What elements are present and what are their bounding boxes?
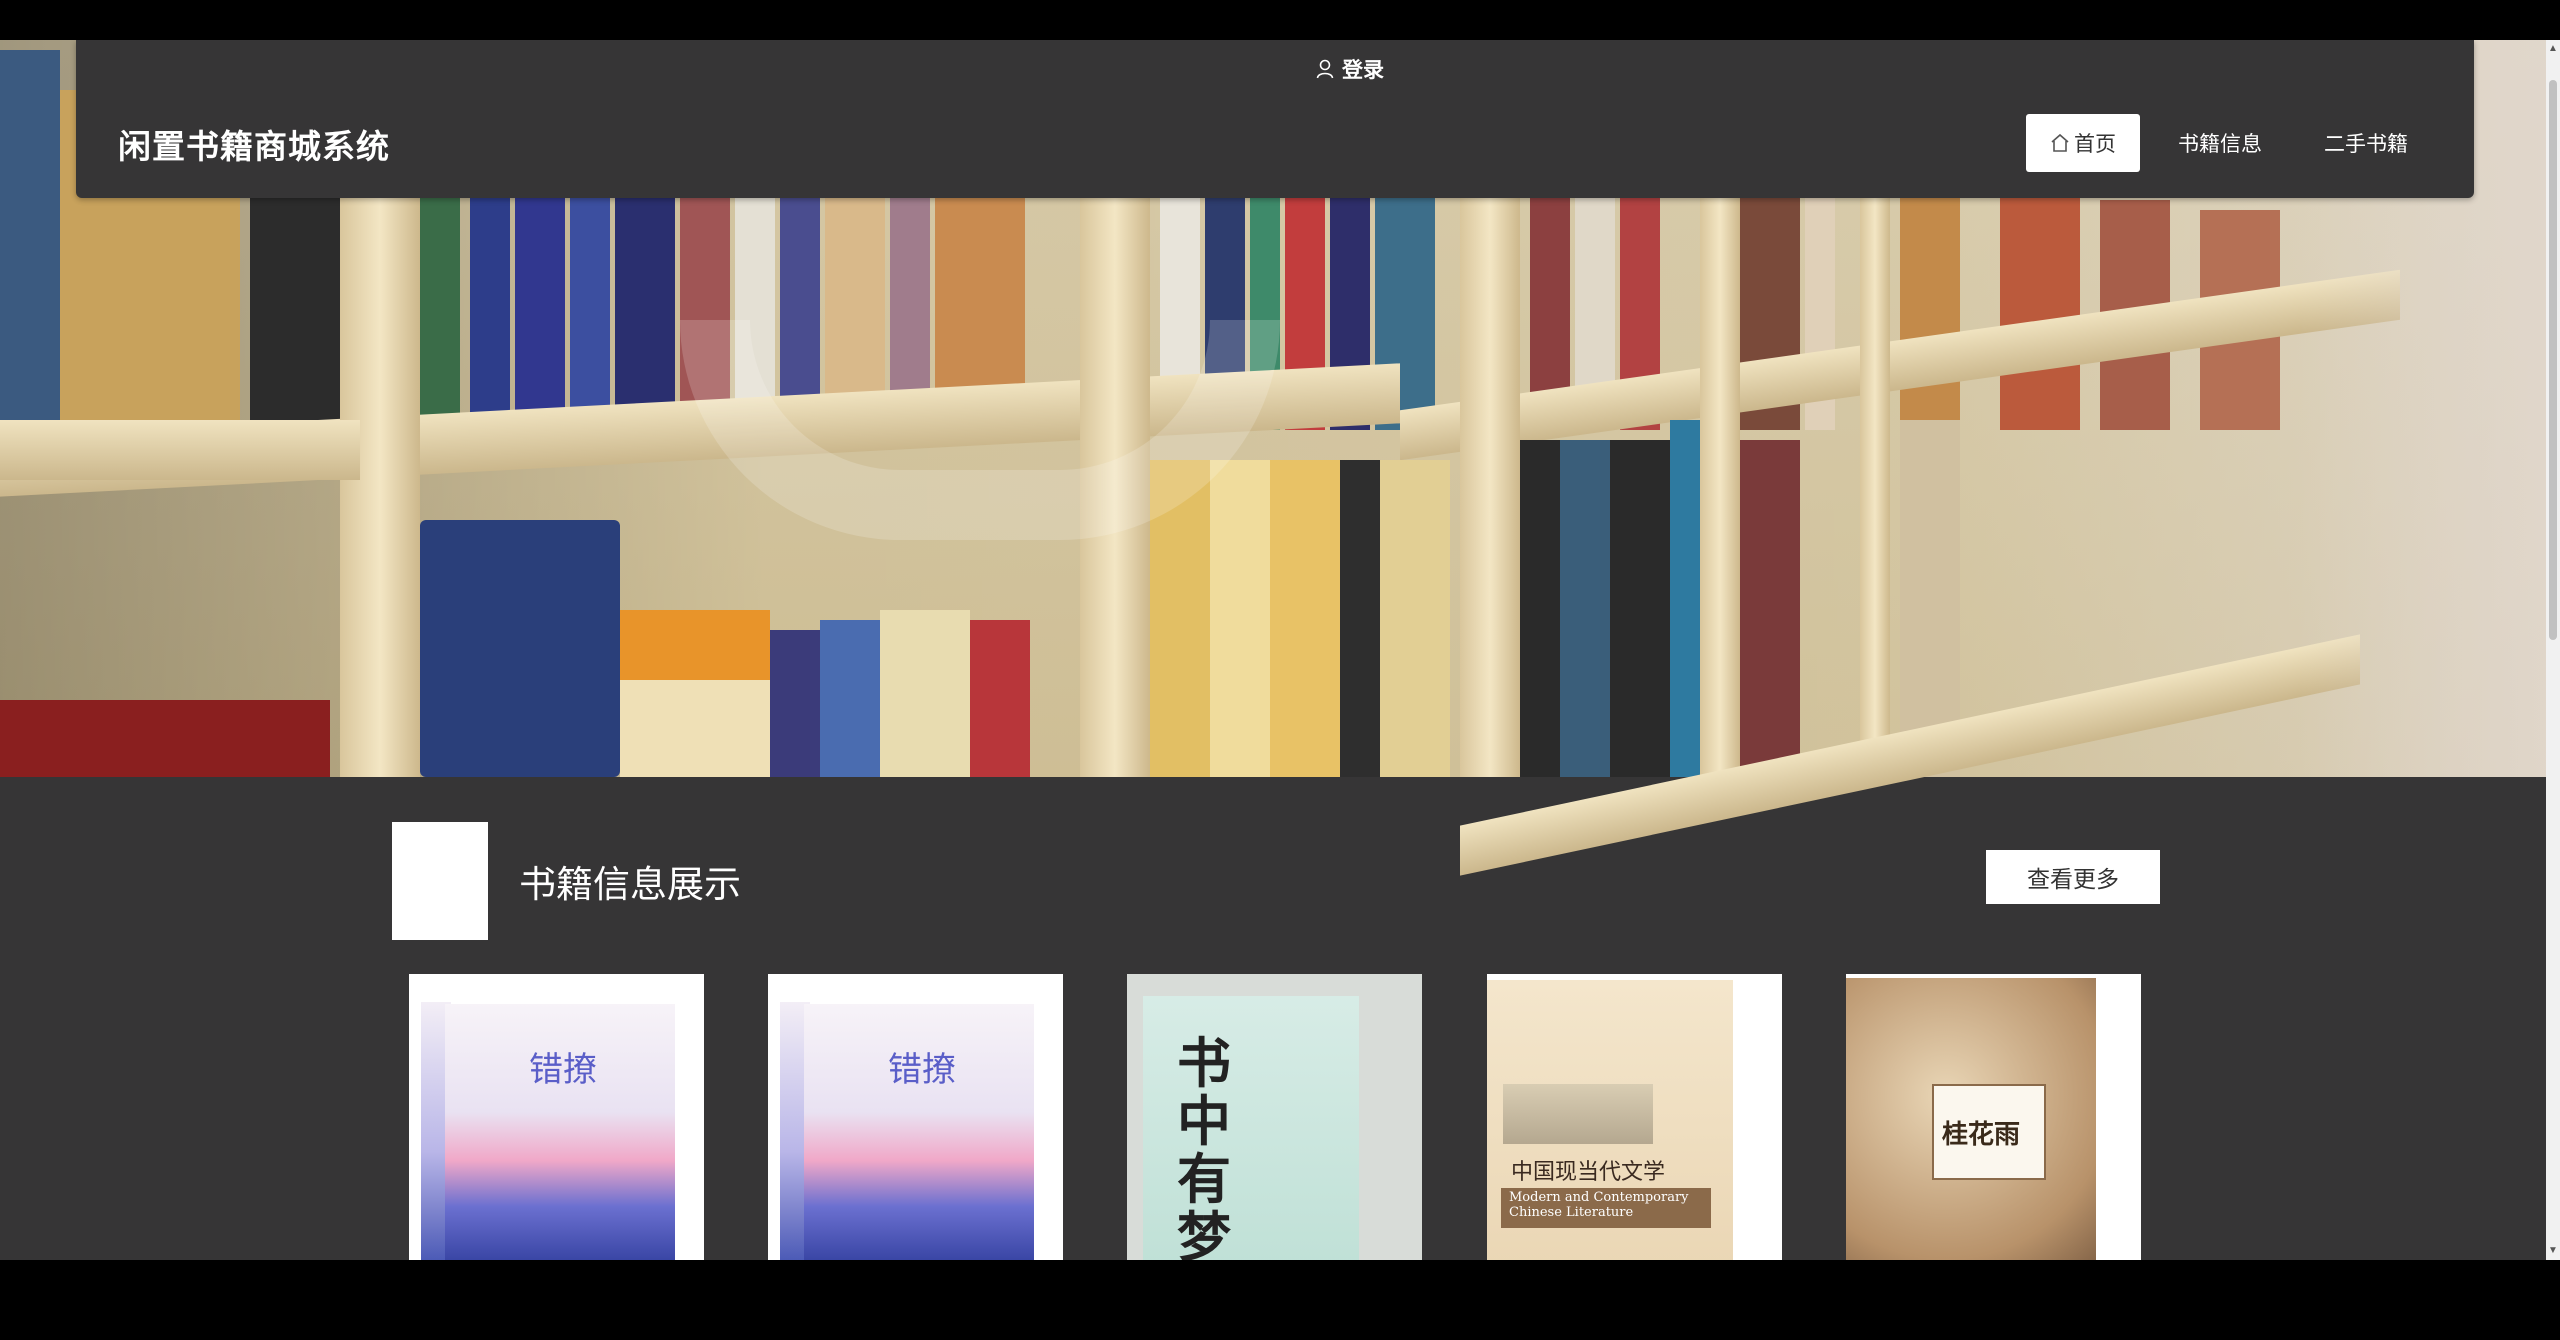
menu-item-home-label: 首页 bbox=[2074, 133, 2116, 156]
book-info-section-header: 书籍信息展示 查看更多 bbox=[392, 822, 2160, 940]
user-icon bbox=[1316, 59, 1334, 79]
book-card[interactable]: 中国现当代文学 Modern and Contemporary Chinese … bbox=[1487, 974, 1782, 1260]
section-title: 书籍信息展示 bbox=[519, 864, 741, 905]
menu-item-book-info[interactable]: 书籍信息 bbox=[2154, 114, 2286, 172]
main-menu: 首页 书籍信息 二手书籍 bbox=[2026, 114, 2432, 172]
book-cover-title: 中国现当代文学 bbox=[1511, 1160, 1666, 1185]
scroll-down-arrow-icon[interactable]: ▼ bbox=[2548, 1246, 2558, 1256]
menu-item-home[interactable]: 首页 bbox=[2026, 114, 2140, 172]
book-list: 错撩 错撩 书中有梦 中国现当代文学 Modern and Contempora… bbox=[409, 974, 2143, 1260]
book-cover-title: 错撩 bbox=[529, 1050, 597, 1090]
scroll-up-arrow-icon[interactable]: ▲ bbox=[2548, 44, 2558, 54]
book-card[interactable]: 书中有梦 bbox=[1127, 974, 1422, 1260]
book-cover-title: 错撩 bbox=[888, 1050, 956, 1090]
menu-item-used-books-label: 二手书籍 bbox=[2324, 133, 2408, 156]
book-cover-title: 桂花雨 bbox=[1942, 1120, 2021, 1150]
section-title-marker bbox=[392, 822, 488, 940]
home-icon bbox=[2051, 133, 2069, 152]
login-label: 登录 bbox=[1342, 59, 1384, 82]
book-cover-image bbox=[1143, 996, 1359, 1260]
book-cover-subtitle: Modern and Contemporary Chinese Literatu… bbox=[1509, 1190, 1689, 1220]
login-link[interactable]: 登录 bbox=[1316, 54, 1384, 84]
top-navigation-bar: 登录 闲置书籍商城系统 首页 书籍信息 二手书籍 bbox=[76, 40, 2474, 198]
book-card[interactable]: 错撩 bbox=[768, 974, 1063, 1260]
scrollbar-thumb[interactable] bbox=[2549, 80, 2557, 640]
book-card[interactable]: 桂花雨 bbox=[1846, 974, 2141, 1260]
menu-item-book-info-label: 书籍信息 bbox=[2178, 133, 2262, 156]
book-cover-title: 书中有梦 bbox=[1177, 1031, 1231, 1260]
menu-item-used-books[interactable]: 二手书籍 bbox=[2300, 114, 2432, 172]
page-scrollbar[interactable]: ▲ ▼ bbox=[2546, 40, 2560, 1260]
browser-viewport: 登录 闲置书籍商城系统 首页 书籍信息 二手书籍 书籍信息展示 查看更多 错撩 … bbox=[0, 40, 2560, 1260]
site-brand-title: 闲置书籍商城系统 bbox=[118, 128, 390, 165]
view-more-button[interactable]: 查看更多 bbox=[1986, 850, 2160, 904]
book-card[interactable]: 错撩 bbox=[409, 974, 704, 1260]
